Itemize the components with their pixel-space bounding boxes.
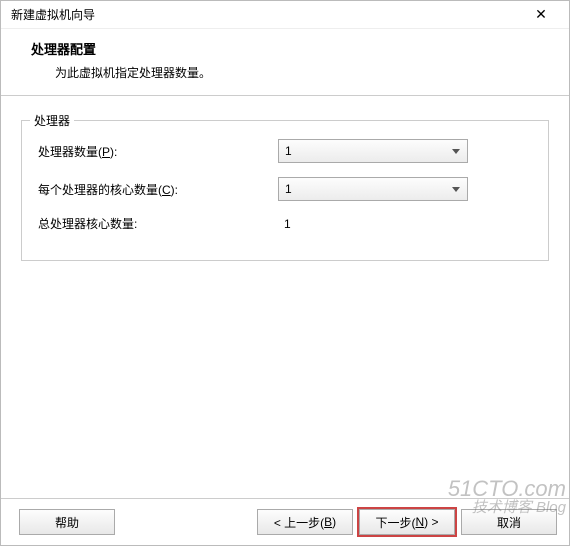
titlebar: 新建虚拟机向导 ✕: [1, 1, 569, 29]
processor-count-select[interactable]: 1: [278, 139, 468, 163]
wizard-header: 处理器配置 为此虚拟机指定处理器数量。: [1, 29, 569, 96]
total-cores-label: 总处理器核心数量:: [38, 215, 278, 232]
processor-count-label: 处理器数量(P):: [38, 143, 278, 160]
help-button[interactable]: 帮助: [19, 509, 115, 535]
content-area: 处理器 处理器数量(P): 1 每个处理器的核心数量(C): 1: [1, 96, 569, 498]
chevron-down-icon: [451, 146, 461, 156]
page-title: 处理器配置: [31, 39, 559, 58]
next-button[interactable]: 下一步(N) >: [359, 509, 455, 535]
cores-per-processor-label: 每个处理器的核心数量(C):: [38, 181, 278, 198]
window-title: 新建虚拟机向导: [11, 6, 521, 23]
processors-fieldset: 处理器 处理器数量(P): 1 每个处理器的核心数量(C): 1: [21, 120, 549, 261]
close-button[interactable]: ✕: [521, 1, 561, 29]
chevron-down-icon: [451, 184, 461, 194]
cancel-button[interactable]: 取消: [461, 509, 557, 535]
back-button[interactable]: < 上一步(B): [257, 509, 353, 535]
row-processor-count: 处理器数量(P): 1: [38, 139, 532, 163]
row-total-cores: 总处理器核心数量: 1: [38, 215, 532, 232]
cores-per-processor-value: 1: [285, 182, 451, 196]
processor-count-value: 1: [285, 144, 451, 158]
page-description: 为此虚拟机指定处理器数量。: [31, 64, 559, 81]
close-icon: ✕: [535, 6, 547, 23]
wizard-footer: 帮助 < 上一步(B) 下一步(N) > 取消: [1, 498, 569, 545]
row-cores-per-processor: 每个处理器的核心数量(C): 1: [38, 177, 532, 201]
total-cores-value: 1: [278, 217, 291, 231]
wizard-dialog: 新建虚拟机向导 ✕ 处理器配置 为此虚拟机指定处理器数量。 处理器 处理器数量(…: [0, 0, 570, 546]
cores-per-processor-select[interactable]: 1: [278, 177, 468, 201]
fieldset-legend: 处理器: [30, 112, 74, 129]
